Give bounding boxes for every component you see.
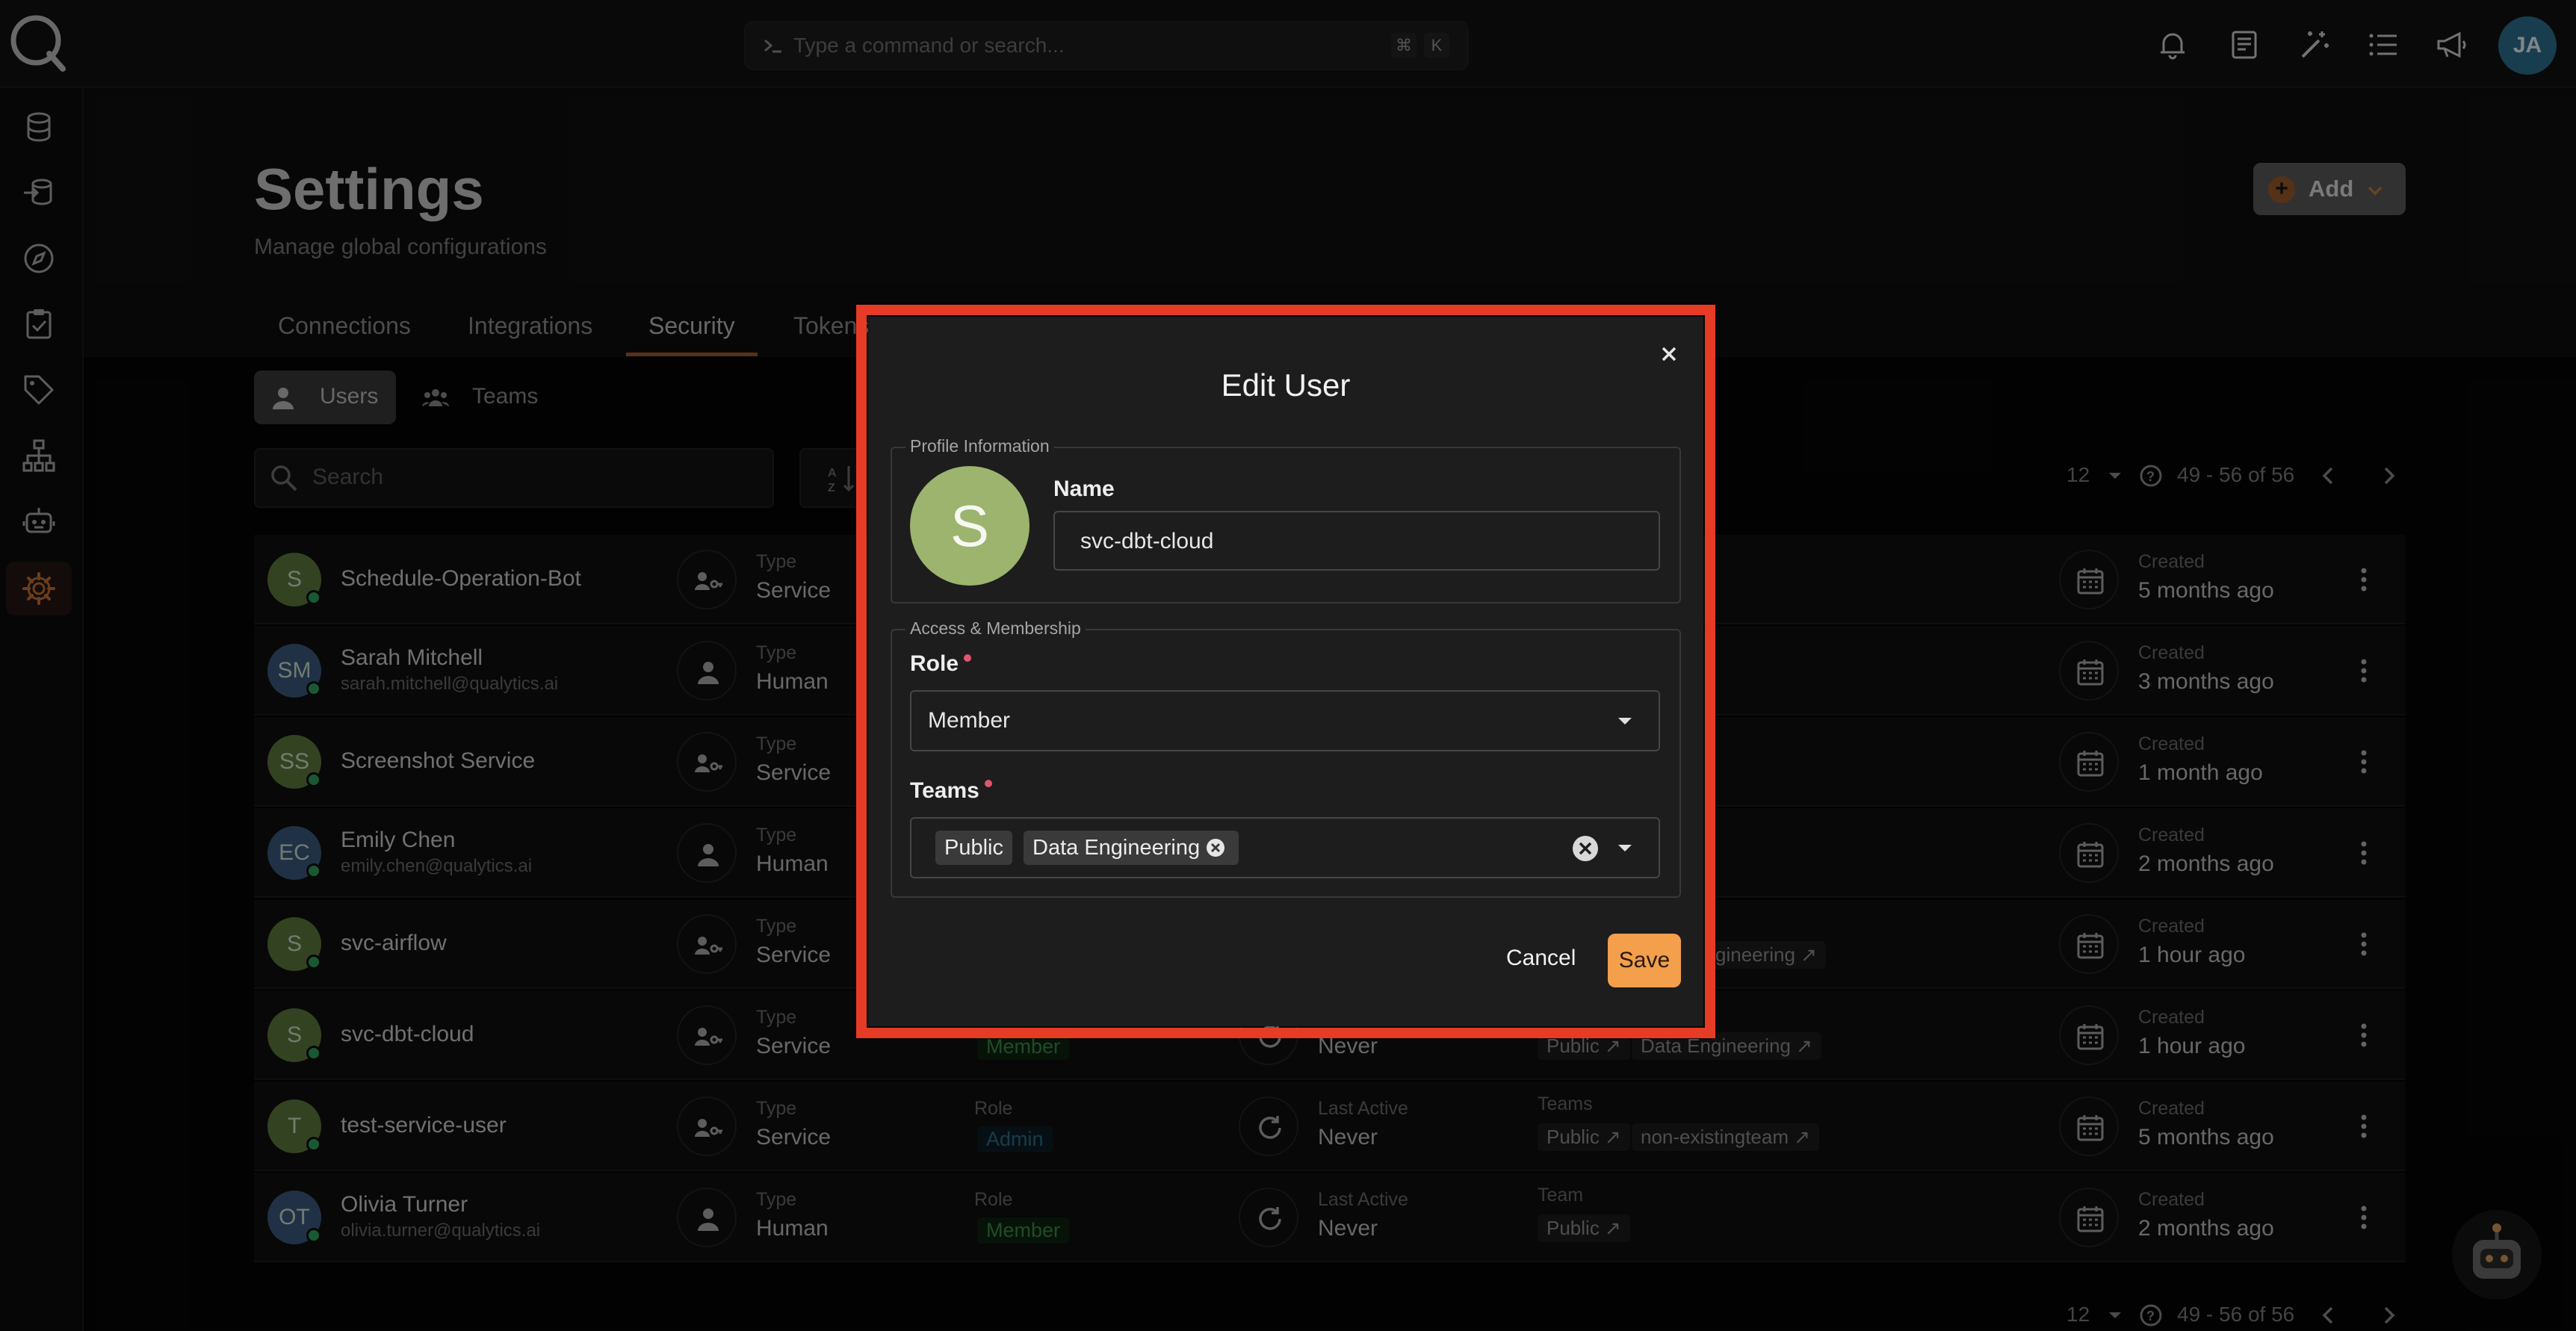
required-indicator xyxy=(985,780,992,787)
profile-information-legend: Profile Information xyxy=(905,436,1054,456)
team-chip-data-engineering-label: Data Engineering xyxy=(1032,836,1201,860)
name-label: Name xyxy=(1053,477,1115,501)
teams-select[interactable] xyxy=(910,817,1660,878)
team-chip-public: Public xyxy=(935,831,1012,865)
caret-down-icon[interactable] xyxy=(1612,708,1638,733)
access-membership-legend: Access & Membership xyxy=(905,618,1086,639)
teams-label: Teams xyxy=(910,778,979,803)
remove-chip-icon[interactable] xyxy=(1204,837,1227,859)
clear-selection-icon[interactable] xyxy=(1570,834,1600,863)
name-input-value: svc-dbt-cloud xyxy=(1080,529,1214,553)
cancel-button[interactable]: Cancel xyxy=(1506,946,1576,971)
role-label: Role xyxy=(910,651,959,676)
role-select-value: Member xyxy=(928,708,1011,733)
role-select[interactable] xyxy=(910,690,1660,751)
dialog-title: Edit User xyxy=(1221,367,1351,403)
required-indicator xyxy=(964,654,971,662)
close-icon[interactable] xyxy=(1653,338,1685,370)
profile-avatar: S xyxy=(910,466,1030,586)
save-button[interactable]: Save xyxy=(1608,934,1681,987)
caret-down-icon[interactable] xyxy=(1612,835,1638,860)
